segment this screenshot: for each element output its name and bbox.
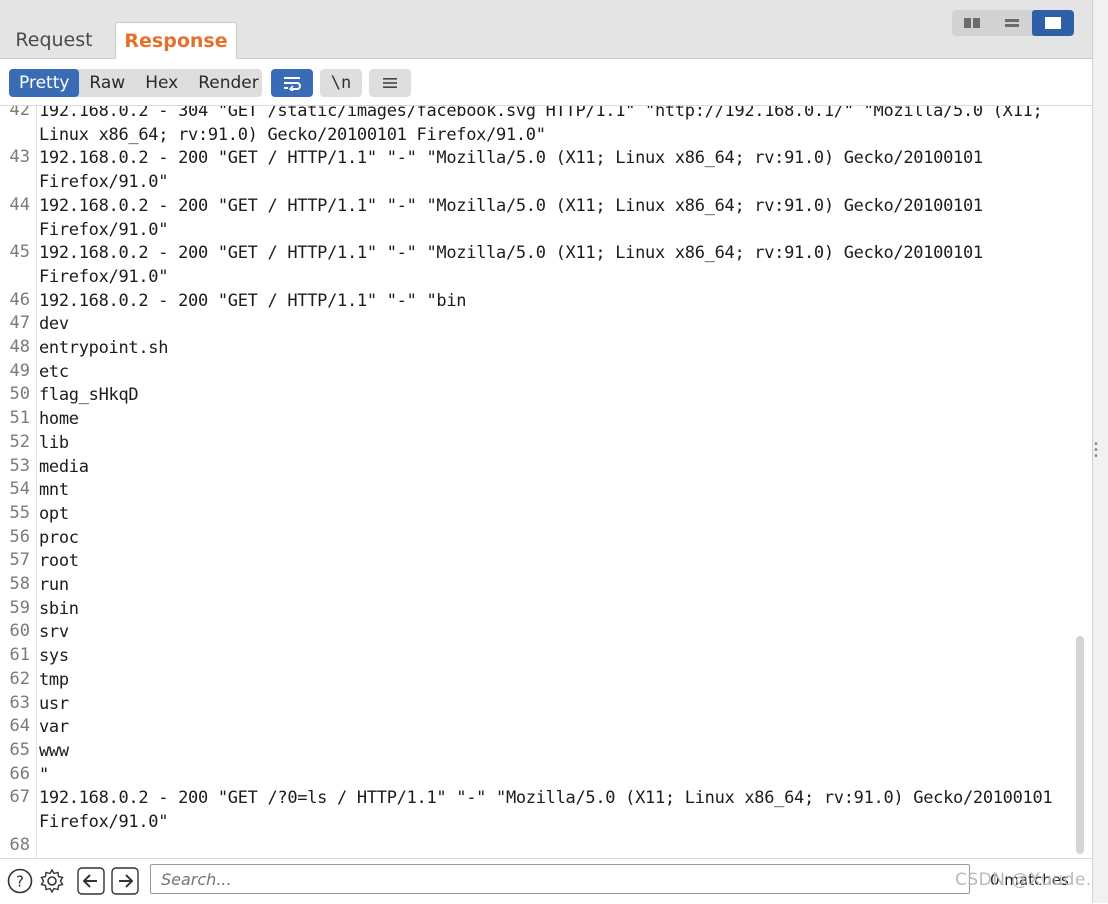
view-hex-button[interactable]: Hex xyxy=(135,69,188,97)
arrow-left-icon xyxy=(77,867,105,895)
line-text: 192.168.0.2 - 200 "GET / HTTP/1.1" "-" "… xyxy=(39,290,467,311)
line-number: 68 xyxy=(9,834,30,855)
line-text: entrypoint.sh xyxy=(39,338,169,358)
response-toolbar: Pretty Raw Hex Render \n xyxy=(0,59,1092,106)
line-number: 44 xyxy=(9,194,30,215)
line-text: dev xyxy=(39,314,69,335)
line-number: 66 xyxy=(9,763,30,784)
watermark: CSDN @Xuude. xyxy=(955,870,1092,890)
line-number: 51 xyxy=(9,408,30,429)
help-icon: ? xyxy=(7,868,33,894)
line-number: 57 xyxy=(9,550,30,571)
line-text: 192.168.0.2 - 200 "GET /?0=ls / HTTP/1.1… xyxy=(39,788,1063,832)
line-text: www xyxy=(39,740,69,761)
line-number: 42 xyxy=(9,106,30,120)
line-text: mnt xyxy=(39,480,69,501)
line-text: sbin xyxy=(39,598,79,619)
search-input[interactable] xyxy=(150,864,970,894)
line-text: tmp xyxy=(39,669,69,690)
editor-scrollbar[interactable] xyxy=(1076,636,1084,854)
line-text: srv xyxy=(39,622,69,643)
line-number: 58 xyxy=(9,574,30,594)
split-horizontal-button[interactable] xyxy=(952,10,992,36)
previous-match-button[interactable] xyxy=(77,867,105,895)
resize-grip-icon[interactable]: • • • xyxy=(1093,440,1099,462)
tab-response[interactable]: Response xyxy=(115,22,237,59)
word-wrap-button[interactable] xyxy=(271,69,313,97)
line-number: 67 xyxy=(9,787,30,808)
line-text: 192.168.0.2 - 304 "GET /static/images/fa… xyxy=(39,106,1053,145)
gear-icon xyxy=(40,868,64,894)
line-text: var xyxy=(39,717,69,738)
show-newlines-button[interactable]: \n xyxy=(320,69,362,97)
line-number: 62 xyxy=(9,668,30,689)
view-pretty-button[interactable]: Pretty xyxy=(9,69,80,97)
line-number: 56 xyxy=(9,526,30,547)
split-horizontal-icon xyxy=(964,18,980,28)
line-number: 52 xyxy=(9,431,30,452)
single-pane-button[interactable] xyxy=(1032,10,1074,36)
line-text: run xyxy=(39,575,69,595)
view-mode-group: Pretty Raw Hex Render xyxy=(9,69,262,97)
line-number: 48 xyxy=(9,337,30,357)
split-vertical-icon xyxy=(1005,19,1019,27)
menu-icon xyxy=(383,78,397,88)
gutter-divider xyxy=(36,106,37,858)
arrow-right-icon xyxy=(111,867,139,895)
line-text: usr xyxy=(39,693,69,714)
response-body-editor[interactable]: 42 192.168.0.2 - 304 "GET /static/images/… xyxy=(0,106,1078,858)
line-text: flag_sHkqD xyxy=(39,385,139,406)
line-text: opt xyxy=(39,503,69,524)
line-number: 43 xyxy=(9,147,30,168)
line-number: 59 xyxy=(9,597,30,618)
line-number: 47 xyxy=(9,313,30,334)
message-tab-strip: Request Response xyxy=(0,0,1092,59)
line-number: 61 xyxy=(9,645,30,666)
line-number: 64 xyxy=(9,716,30,737)
line-text: media xyxy=(39,456,89,477)
search-bar: ? 0 matches xyxy=(0,858,1092,904)
line-number: 46 xyxy=(9,289,30,310)
help-button[interactable]: ? xyxy=(6,867,34,895)
line-text: " xyxy=(39,764,49,785)
single-pane-icon xyxy=(1045,17,1061,29)
next-match-button[interactable] xyxy=(111,867,139,895)
word-wrap-icon xyxy=(284,77,301,91)
line-text: root xyxy=(39,551,79,572)
tab-request[interactable]: Request xyxy=(4,22,104,58)
view-render-button[interactable]: Render xyxy=(188,69,269,97)
line-number: 53 xyxy=(9,455,30,476)
options-menu-button[interactable] xyxy=(369,69,411,97)
settings-button[interactable] xyxy=(38,867,66,895)
line-text: lib xyxy=(39,432,69,453)
split-vertical-button[interactable] xyxy=(992,10,1032,36)
line-number: 65 xyxy=(9,739,30,760)
line-number: 60 xyxy=(9,621,30,642)
line-text: sys xyxy=(39,646,69,667)
line-number: 45 xyxy=(9,242,30,263)
line-text: etc xyxy=(39,361,69,382)
line-text: 192.168.0.2 - 200 "GET / HTTP/1.1" "-" "… xyxy=(39,243,993,287)
layout-toggle-group xyxy=(952,10,1074,36)
line-number: 54 xyxy=(9,479,30,500)
svg-text:?: ? xyxy=(16,873,24,891)
line-text: 192.168.0.2 - 200 "GET / HTTP/1.1" "-" "… xyxy=(39,195,993,240)
line-text: 192.168.0.2 - 200 "GET / HTTP/1.1" "-" "… xyxy=(39,148,993,193)
view-raw-button[interactable]: Raw xyxy=(79,69,135,97)
line-number: 49 xyxy=(9,360,30,381)
line-text: proc xyxy=(39,527,79,548)
line-number: 50 xyxy=(9,384,30,405)
line-text: home xyxy=(39,409,79,430)
line-number: 63 xyxy=(9,692,30,713)
line-number: 55 xyxy=(9,502,30,523)
